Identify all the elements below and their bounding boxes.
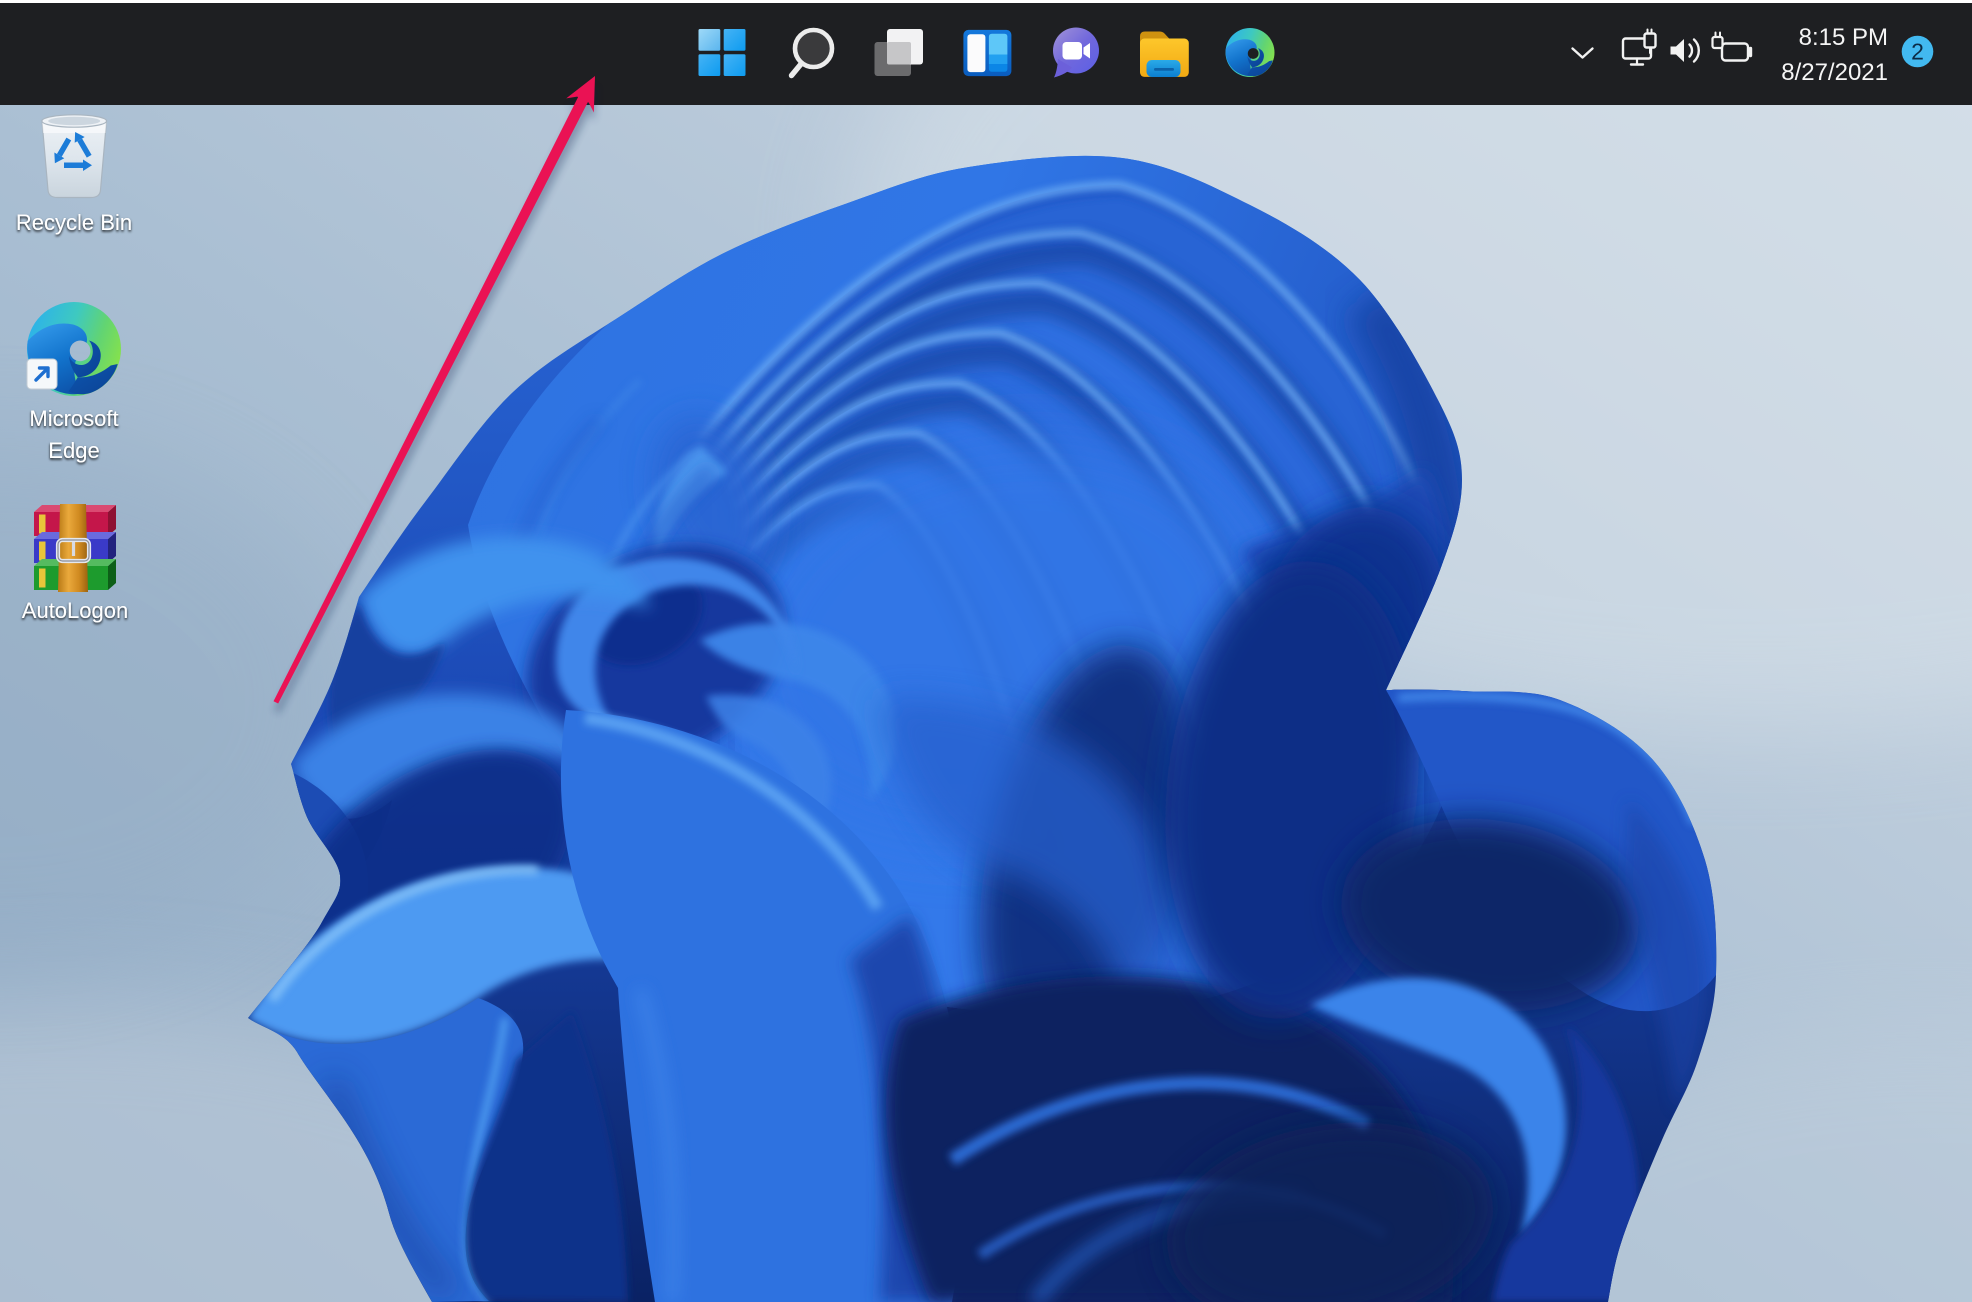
svg-text:Recycle Bin: Recycle Bin [16,210,132,235]
svg-text:Edge: Edge [48,438,99,463]
svg-text:AutoLogon: AutoLogon [22,598,128,623]
svg-text:Microsoft: Microsoft [29,406,118,431]
svg-text:2: 2 [1911,39,1924,65]
svg-text:8:15 PM: 8:15 PM [1799,24,1888,51]
svg-text:8/27/2021: 8/27/2021 [1781,59,1888,86]
